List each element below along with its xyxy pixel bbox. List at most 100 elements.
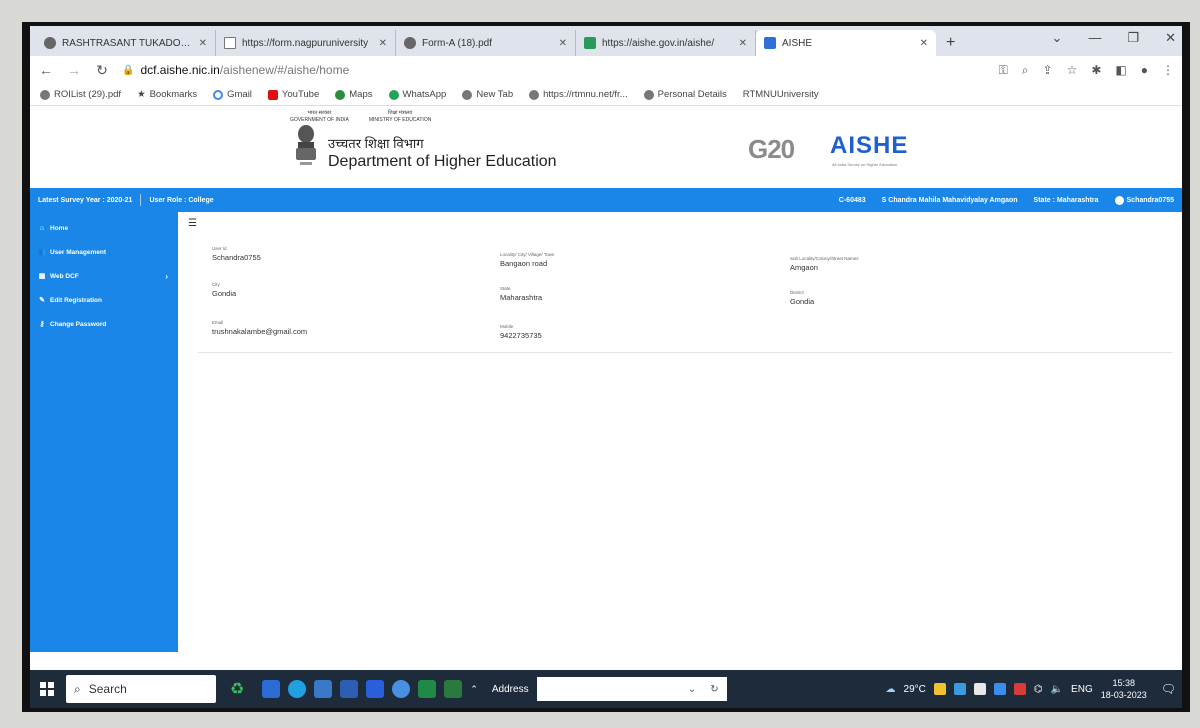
bookmark-item[interactable]: YouTube (267, 89, 319, 100)
tray-app-icon[interactable] (1013, 683, 1026, 695)
excel-2-icon[interactable] (444, 680, 463, 698)
sidebar-item-web-dcf[interactable]: ▦ Web DCF › (30, 264, 178, 288)
info-bar: Latest Survey Year : 2020-21 User Role :… (30, 188, 1182, 212)
sidebar-item-edit-registration[interactable]: ✎ Edit Registration (30, 288, 178, 312)
address-toolbar-input[interactable]: ⌄ ↻ (536, 677, 727, 701)
extensions-icon[interactable]: ✱ (1091, 63, 1101, 78)
user-menu[interactable]: Schandra0755 (1114, 195, 1174, 205)
bookmark-item[interactable]: ★ Bookmarks (137, 89, 197, 100)
star-icon[interactable]: ☆ (1067, 63, 1078, 78)
sidebar-item-change-password[interactable]: ⚷ Change Password (30, 312, 178, 336)
profile-icon[interactable]: ● (1141, 63, 1148, 78)
field-label: Locality/ City/ Village/ Town (500, 252, 555, 257)
maximize-button[interactable]: ❐ (1127, 30, 1139, 46)
address-toolbar-label: Address (491, 683, 529, 695)
minimize-button[interactable]: — (1088, 30, 1101, 46)
grid-icon: ▦ (38, 273, 46, 280)
recycle-icon[interactable]: ♻ (230, 679, 244, 699)
new-tab-button[interactable]: + (936, 34, 965, 56)
bookmark-label: Maps (349, 89, 373, 100)
sidebar-item-home[interactable]: ⌂ Home (30, 216, 178, 240)
menu-toggle-icon[interactable]: ☰ (188, 218, 197, 229)
lock-icon: 🔒 (122, 64, 135, 76)
close-window-button[interactable]: ✕ (1165, 30, 1176, 46)
college-code: C-60483 (838, 196, 866, 204)
taskbar-search[interactable]: ⌕ Search (66, 675, 216, 703)
main-area: ⌂ Home 👥 User Management ▦ Web DCF › ✎ E… (30, 212, 1182, 652)
browser-tab-active[interactable]: AISHE ✕ (756, 30, 936, 56)
tray-app-icon[interactable] (993, 683, 1006, 695)
chevron-right-icon: › (165, 271, 168, 281)
network-icon[interactable]: ⌬ (1034, 684, 1043, 695)
bookmark-item[interactable]: WhatsApp (388, 89, 446, 100)
file-explorer-icon[interactable] (262, 680, 281, 698)
google-icon (213, 89, 224, 100)
sidebar-item-label: Change Password (50, 320, 107, 328)
url-field[interactable]: 🔒 dcf.aishe.nic.in/aishenew/#/aishe/home (122, 63, 987, 77)
g20-logo: G20 (748, 134, 795, 165)
tray-app-icon[interactable] (933, 683, 946, 695)
tray-app-icon[interactable] (953, 683, 966, 695)
globe-icon (462, 89, 473, 100)
chrome-icon[interactable] (392, 680, 411, 698)
refresh-icon[interactable]: ↻ (710, 684, 718, 695)
excel-icon[interactable] (418, 680, 437, 698)
outlook-icon[interactable] (340, 680, 359, 698)
tray-app-icon[interactable] (973, 683, 986, 695)
bookmark-item[interactable]: Personal Details (643, 89, 727, 100)
key-icon: ⚷ (39, 321, 45, 328)
notifications-icon[interactable]: 🗨 (1161, 682, 1176, 696)
chevron-down-icon[interactable]: ⌄ (688, 684, 696, 695)
globe-icon (40, 89, 50, 100)
bookmark-item[interactable]: Maps (335, 89, 373, 100)
field-label: Sub Locality/Colony/Street Names (790, 256, 859, 261)
browser-tab-4[interactable]: https://aishe.gov.in/aishe/ ✕ (576, 30, 756, 56)
search-icon: ⌕ (74, 681, 81, 696)
language-indicator[interactable]: ENG (1071, 684, 1093, 695)
close-tab-icon[interactable]: ✕ (199, 38, 207, 49)
bookmark-item[interactable]: https://rtmnu.net/fr... (529, 89, 628, 100)
sidebar-item-user-management[interactable]: 👥 User Management (30, 240, 178, 264)
bookmark-item[interactable]: RTMNUUniversity (743, 89, 819, 100)
sidepanel-icon[interactable]: ◧ (1115, 63, 1126, 78)
bookmark-item[interactable]: ROIList (29).pdf (40, 89, 121, 100)
dept-hindi-title: उच्चतर शिक्षा विभाग (328, 136, 424, 151)
close-tab-icon[interactable]: ✕ (739, 38, 747, 49)
bookmark-item[interactable]: Gmail (213, 89, 252, 100)
bookmark-item[interactable]: New Tab (462, 89, 513, 100)
browser-tab-3[interactable]: Form-A (18).pdf ✕ (396, 30, 576, 56)
field-value: Bangaon road (500, 259, 548, 268)
close-tab-icon[interactable]: ✕ (379, 38, 387, 49)
reload-button[interactable]: ↻ (94, 62, 110, 79)
edge-icon[interactable] (288, 680, 307, 698)
browser-tab-2[interactable]: https://form.nagpuruniversity ✕ (216, 30, 396, 56)
chevron-down-icon[interactable]: ⌄ (1052, 30, 1063, 46)
forward-button[interactable]: → (66, 62, 82, 78)
share-icon[interactable]: ⇪ (1043, 63, 1053, 78)
zoom-icon[interactable]: ⌕ (1022, 63, 1029, 78)
back-button[interactable]: ← (38, 62, 54, 78)
edit-icon: ✎ (39, 297, 45, 304)
windows-start-button[interactable] (36, 678, 58, 700)
menu-dots-icon[interactable]: ⋮ (1162, 63, 1174, 78)
clock[interactable]: 15:38 18-03-2023 (1101, 677, 1147, 701)
field-label: User Id (212, 246, 227, 251)
tab-title: Form-A (18).pdf (422, 37, 493, 49)
browser-tab-1[interactable]: RASHTRASANT TUKADOJI M ✕ (36, 30, 216, 56)
word-icon[interactable] (366, 680, 385, 698)
chevron-up-icon[interactable]: ⌃ (470, 684, 478, 695)
bookmark-label: ROIList (29).pdf (54, 89, 122, 100)
locality-field: Locality/ City/ Village/ Town Bangaon ro… (500, 252, 554, 268)
field-value: Schandra0755 (212, 253, 261, 262)
store-icon[interactable] (314, 680, 333, 698)
field-label: City (212, 282, 220, 287)
sidebar-item-label: User Management (50, 248, 106, 256)
temperature[interactable]: 29°C (904, 684, 926, 695)
close-tab-icon[interactable]: ✕ (920, 38, 928, 49)
clock-date: 18-03-2023 (1100, 690, 1147, 700)
field-value: trushnakalambe@gmail.com (212, 327, 308, 336)
key-icon[interactable]: ⚿ (999, 63, 1008, 78)
close-tab-icon[interactable]: ✕ (559, 38, 567, 49)
volume-icon[interactable]: 🔈 (1051, 684, 1063, 695)
globe-icon (529, 89, 540, 100)
